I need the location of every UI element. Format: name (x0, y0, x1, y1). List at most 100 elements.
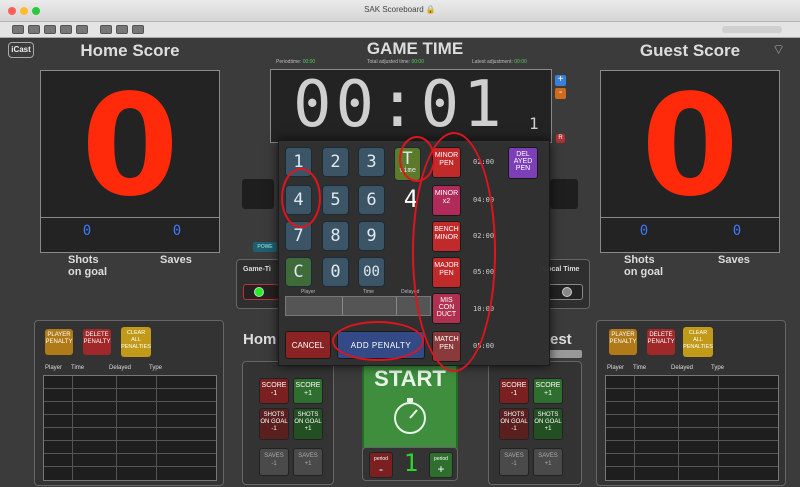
timeout-display-left (242, 179, 274, 209)
table-row[interactable] (606, 376, 778, 389)
field-time-label: Time (363, 289, 374, 295)
home-player-penalty-button[interactable]: PLAYER PENALTY (45, 329, 73, 355)
clock-minus-button[interactable]: - (555, 88, 566, 99)
guest-score-panel: 0 0 0 (600, 70, 780, 253)
table-row[interactable] (606, 428, 778, 441)
home-delete-penalty-button[interactable]: DELETE PENALTY (83, 329, 111, 355)
period-minus-button[interactable]: period - (369, 452, 393, 478)
guest-shots-minus-button[interactable]: SHOTS ON GOAL -1 (499, 408, 529, 440)
home-score-title: Home Score (80, 41, 180, 60)
guest-shots-value: 0 (639, 223, 649, 239)
local-time-dot (562, 287, 572, 297)
volume-slider[interactable] (722, 26, 782, 33)
home-clear-penalties-button[interactable]: CLEAR ALL PENALTIES (121, 327, 151, 357)
power-play-indicator: POWE (253, 242, 277, 252)
key-5[interactable]: 5 (322, 185, 349, 215)
toolbar-button-3[interactable] (44, 25, 56, 34)
table-row[interactable] (44, 376, 216, 389)
toolbar-button-6[interactable] (100, 25, 112, 34)
guest-shots-label: Shots on goal (624, 254, 664, 278)
col-time: Time (633, 365, 647, 371)
home-score-minus-button[interactable]: SCORE -1 (259, 378, 289, 404)
home-shots-minus-button[interactable]: SHOTS ON GOAL -1 (259, 408, 289, 440)
guest-controls-title: est (550, 331, 572, 348)
game-time-mode-toggle[interactable] (243, 284, 279, 300)
guest-saves-minus-button[interactable]: SAVES -1 (499, 448, 529, 476)
guest-saves-plus-button[interactable]: SAVES +1 (533, 448, 563, 476)
local-time-mode-toggle[interactable] (547, 284, 583, 300)
col-delayed: Delayed (671, 365, 694, 371)
guest-delete-penalty-button[interactable]: DELETE PENALTY (647, 329, 675, 355)
table-row[interactable] (44, 441, 216, 454)
key-6[interactable]: 6 (358, 185, 385, 215)
guest-shots-plus-button[interactable]: SHOTS ON GOAL +1 (533, 408, 563, 440)
table-row[interactable] (44, 389, 216, 402)
table-row[interactable] (606, 389, 778, 402)
home-penalty-box: PLAYER PENALTY DELETE PENALTY CLEAR ALL … (34, 320, 224, 486)
period-control: period - 1 period + (362, 447, 458, 481)
col-type: Type (711, 365, 725, 371)
game-clock-tenths: 1 (529, 114, 539, 133)
table-row[interactable] (44, 402, 216, 415)
table-row[interactable] (606, 415, 778, 428)
guest-score-minus-button[interactable]: SCORE -1 (499, 378, 529, 404)
window-title: SAK Scoreboard 🔒 (364, 5, 436, 14)
table-row[interactable] (44, 428, 216, 441)
guest-score-plus-button[interactable]: SCORE +1 (533, 378, 563, 404)
toolbar-button-5[interactable] (76, 25, 88, 34)
guest-penalty-box: PLAYER PENALTY DELETE PENALTY CLEAR ALL … (596, 320, 786, 486)
clock-plus-button[interactable]: + (555, 75, 566, 86)
table-row[interactable] (606, 454, 778, 467)
home-shots-label: Shots on goal (68, 254, 108, 278)
key-9[interactable]: 9 (358, 221, 385, 251)
game-clock-value: 00:01 (293, 68, 506, 142)
home-shots-plus-button[interactable]: SHOTS ON GOAL +1 (293, 408, 323, 440)
icast-logo: iCast (8, 42, 34, 58)
toolbar-button-2[interactable] (28, 25, 40, 34)
toolbar (0, 22, 800, 38)
game-time-active-dot (254, 287, 264, 297)
latest-adjustment-readout: Latest adjustment: 00:00 (472, 59, 527, 65)
home-saves-plus-button[interactable]: SAVES +1 (293, 448, 323, 476)
home-score-plus-button[interactable]: SCORE +1 (293, 378, 323, 404)
start-button[interactable]: START (362, 360, 458, 454)
key-2[interactable]: 2 (322, 147, 349, 177)
toolbar-button-7[interactable] (116, 25, 128, 34)
guest-saves-value: 0 (732, 223, 742, 239)
home-shots-value: 0 (82, 223, 92, 239)
annotation-circle-key-4 (281, 168, 321, 228)
table-row[interactable] (44, 415, 216, 428)
toolbar-button-8[interactable] (132, 25, 144, 34)
game-time-title: GAME TIME (366, 39, 464, 58)
home-score-controls: SCORE -1 SCORE +1 SHOTS ON GOAL -1 SHOTS… (242, 361, 334, 485)
clock-reset-button[interactable]: R (556, 134, 565, 143)
guest-clear-penalties-button[interactable]: CLEAR ALL PENALTIES (683, 327, 713, 357)
toolbar-button-1[interactable] (12, 25, 24, 34)
table-row[interactable] (44, 454, 216, 467)
total-adjusted-readout: Total adjusted time: 00:00 (367, 59, 424, 65)
periodtime-readout: Periodtime: 00:00 (276, 59, 316, 65)
col-delayed: Delayed (109, 365, 132, 371)
start-label: START (374, 366, 446, 391)
delayed-penalty-button[interactable]: DEL AYED PEN (508, 147, 538, 179)
key-clear[interactable]: C (285, 257, 312, 287)
key-0[interactable]: 0 (322, 257, 349, 287)
field-player-label: Player (301, 289, 316, 295)
toolbar-button-4[interactable] (60, 25, 72, 34)
guest-player-penalty-button[interactable]: PLAYER PENALTY (609, 329, 637, 355)
annotation-circle-add-penalty (332, 321, 424, 361)
table-row[interactable] (606, 402, 778, 415)
penalty-entry-fields[interactable] (285, 296, 431, 316)
table-row[interactable] (606, 441, 778, 454)
game-time-mode-label: Game-Ti (243, 266, 271, 273)
home-score-panel: 0 0 0 (40, 70, 220, 253)
home-saves-value: 0 (172, 223, 182, 239)
period-plus-button[interactable]: period + (429, 452, 453, 478)
key-00[interactable]: 00 (358, 257, 385, 287)
lock-icon: 🔒 (425, 5, 436, 14)
key-3[interactable]: 3 (358, 147, 385, 177)
home-saves-minus-button[interactable]: SAVES -1 (259, 448, 289, 476)
key-8[interactable]: 8 (322, 221, 349, 251)
timeout-display-right (550, 179, 578, 209)
cancel-button[interactable]: CANCEL (285, 331, 331, 359)
